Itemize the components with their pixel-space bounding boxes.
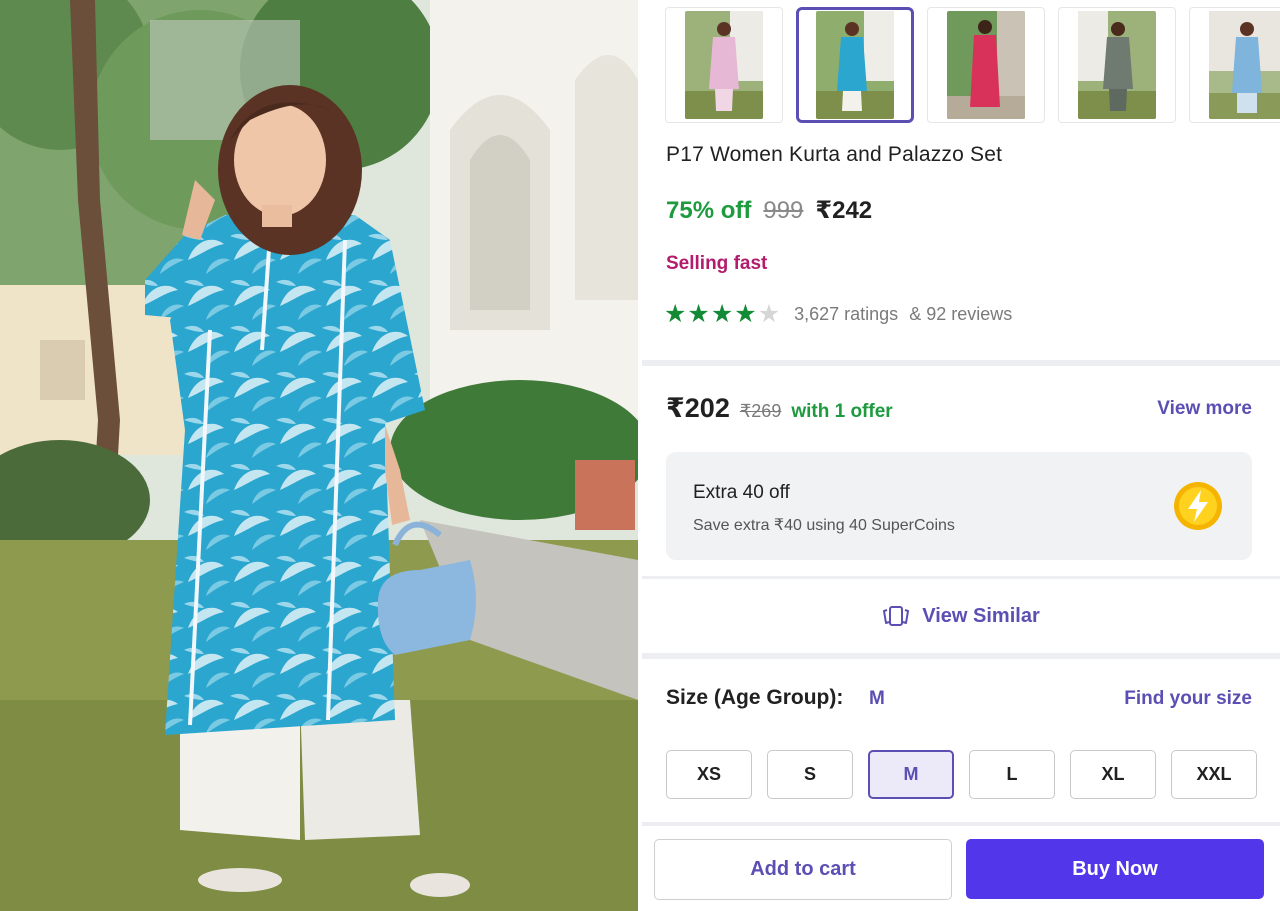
thumbnail-image — [947, 11, 1025, 119]
add-to-cart-button[interactable]: Add to cart — [654, 839, 952, 900]
lightning-coin-icon — [1174, 482, 1222, 530]
thumbnail-image — [1209, 11, 1280, 119]
bottom-action-bar: Add to cart Buy Now — [642, 822, 1280, 911]
thumbnail-5[interactable] — [1189, 7, 1280, 123]
thumbnail-image — [816, 11, 894, 119]
thumbnail-1[interactable] — [665, 7, 783, 123]
find-your-size-link[interactable]: Find your size — [1124, 688, 1252, 710]
reviews-count: & 92 reviews — [909, 304, 1013, 324]
section-separator — [642, 576, 1280, 579]
size-option-m-selected[interactable]: M — [868, 750, 954, 799]
star-filled-icon: ★ — [687, 300, 710, 328]
thumbnail-3[interactable] — [927, 7, 1045, 123]
thumbnail-strip[interactable] — [665, 7, 1280, 124]
star-filled-icon: ★ — [710, 300, 734, 328]
view-similar-button[interactable]: View Similar — [642, 580, 1280, 652]
supercoins-title: Extra 40 off — [693, 482, 790, 503]
thumbnail-image — [685, 11, 763, 119]
price-row: 75% off 999 ₹242 — [666, 196, 872, 225]
supercoins-offer-card[interactable]: Extra 40 off Save extra ₹40 using 40 Sup… — [666, 452, 1252, 560]
size-option-l[interactable]: L — [969, 750, 1055, 799]
stock-status-badge: Selling fast — [666, 253, 768, 274]
cards-stack-icon — [883, 606, 910, 626]
thumbnail-2-selected[interactable] — [796, 7, 914, 123]
size-heading: Size (Age Group): — [666, 686, 844, 709]
size-options: XS S M L XL XXL — [666, 750, 1257, 799]
section-separator — [642, 360, 1280, 366]
thumbnail-image — [1078, 11, 1156, 119]
offer-price-row: ₹202 ₹269 with 1 offer — [666, 393, 893, 424]
section-separator — [642, 653, 1280, 659]
supercoins-subtitle: Save extra ₹40 using 40 SuperCoins — [693, 517, 955, 534]
offer-price: ₹202 — [666, 393, 730, 423]
star-filled-icon: ★ — [734, 300, 757, 328]
size-option-xxl[interactable]: XXL — [1171, 750, 1257, 799]
size-option-xs[interactable]: XS — [666, 750, 752, 799]
size-option-xl[interactable]: XL — [1070, 750, 1156, 799]
product-hero-image[interactable] — [0, 0, 638, 911]
original-price: 999 — [763, 197, 804, 224]
rating-row[interactable]: ★ ★ ★ ★ ★ 3,627 ratings & 92 reviews — [664, 302, 1012, 327]
star-rating: ★ ★ ★ ★ ★ — [664, 302, 780, 327]
size-option-s[interactable]: S — [767, 750, 853, 799]
buy-now-button[interactable]: Buy Now — [966, 839, 1264, 899]
ratings-count: 3,627 ratings — [794, 304, 899, 324]
thumbnail-4[interactable] — [1058, 7, 1176, 123]
product-details-panel: P17 Women Kurta and Palazzo Set 75% off … — [642, 0, 1280, 911]
view-more-offers-link[interactable]: View more — [1157, 398, 1252, 420]
view-similar-label: View Similar — [922, 604, 1040, 627]
offer-note: with 1 offer — [791, 401, 893, 422]
offer-original-price: ₹269 — [739, 401, 782, 421]
selling-price: ₹242 — [815, 197, 873, 224]
discount-percent: 75% off — [666, 197, 752, 224]
star-filled-icon: ★ — [664, 300, 687, 328]
product-title: P17 Women Kurta and Palazzo Set — [666, 143, 1003, 166]
star-empty-icon: ★ — [757, 300, 781, 328]
selected-size-value: M — [869, 688, 885, 709]
